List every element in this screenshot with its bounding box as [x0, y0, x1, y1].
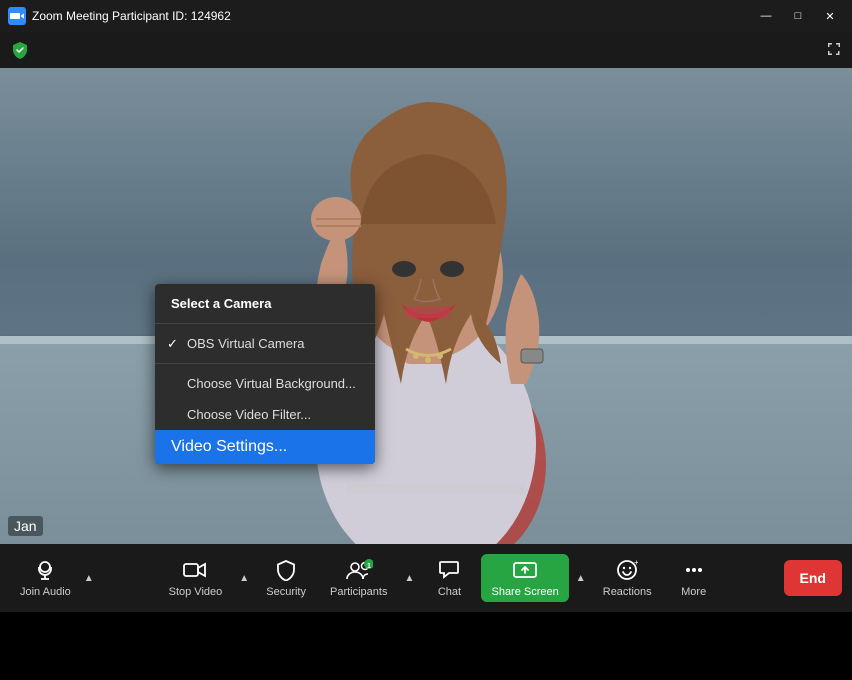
titlebar-title: Zoom Meeting Participant ID: 124962: [32, 9, 231, 23]
svg-text:1: 1: [367, 563, 371, 570]
participants-chevron[interactable]: ▲: [401, 558, 417, 598]
obs-camera-label: OBS Virtual Camera: [187, 336, 305, 351]
participants-icon: 1: [345, 558, 373, 582]
reactions-label: Reactions: [603, 586, 652, 598]
participants-button[interactable]: 1 Participants: [320, 554, 397, 602]
more-label: More: [681, 586, 706, 598]
stop-video-chevron[interactable]: ▲: [236, 558, 252, 598]
chat-label: Chat: [438, 586, 461, 598]
join-audio-label: Join Audio: [20, 586, 71, 598]
security-icon: [275, 558, 297, 582]
virtual-background-option[interactable]: Choose Virtual Background...: [155, 368, 375, 399]
participants-label: Participants: [330, 586, 387, 598]
more-icon: [683, 558, 705, 582]
video-settings-option[interactable]: Video Settings...: [155, 430, 375, 464]
close-button[interactable]: ✕: [816, 5, 844, 27]
virtual-bg-label: Choose Virtual Background...: [187, 376, 356, 391]
titlebar: Zoom Meeting Participant ID: 124962 — □ …: [0, 0, 852, 32]
toolbar-left: Join Audio ▲: [10, 554, 97, 602]
share-screen-icon: [513, 558, 537, 582]
chat-icon: [438, 558, 460, 582]
context-menu-title: Select a Camera: [155, 284, 375, 319]
join-audio-button[interactable]: Join Audio: [10, 554, 81, 602]
video-settings-label: Video Settings...: [171, 438, 287, 456]
video-feed: [0, 68, 852, 544]
join-audio-chevron[interactable]: ▲: [81, 558, 97, 598]
join-audio-icon: [34, 558, 56, 582]
toolbar: Join Audio ▲ Stop Video ▲ Security: [0, 544, 852, 612]
camera-context-menu: Select a Camera OBS Virtual Camera Choos…: [155, 284, 375, 464]
menu-divider-2: [155, 363, 375, 364]
participant-name-label: Jan: [8, 516, 43, 536]
titlebar-controls: — □ ✕: [752, 5, 844, 27]
svg-text:+: +: [634, 559, 638, 567]
end-button[interactable]: End: [784, 560, 842, 596]
shield-icon: [10, 40, 30, 60]
video-filter-label: Choose Video Filter...: [187, 407, 311, 422]
titlebar-left: Zoom Meeting Participant ID: 124962: [8, 7, 231, 25]
toolbar-center: Stop Video ▲ Security 1: [97, 554, 784, 602]
security-label: Security: [266, 586, 306, 598]
maximize-button[interactable]: □: [784, 5, 812, 27]
stop-video-icon: [183, 558, 207, 582]
minimize-button[interactable]: —: [752, 5, 780, 27]
share-screen-label: Share Screen: [491, 586, 558, 598]
menu-divider-1: [155, 323, 375, 324]
reactions-button[interactable]: + Reactions: [593, 554, 662, 602]
chat-button[interactable]: Chat: [421, 554, 477, 602]
video-area: Jan Select a Camera OBS Virtual Camera C…: [0, 68, 852, 544]
stop-video-label: Stop Video: [169, 586, 223, 598]
camera-option-obs[interactable]: OBS Virtual Camera: [155, 328, 375, 359]
reactions-icon: +: [616, 558, 638, 582]
expand-icon[interactable]: [826, 41, 842, 60]
zoom-logo: [8, 7, 26, 25]
video-filter-option[interactable]: Choose Video Filter...: [155, 399, 375, 430]
share-screen-chevron[interactable]: ▲: [573, 558, 589, 598]
stop-video-button[interactable]: Stop Video: [159, 554, 233, 602]
toolbar-right: End: [784, 560, 842, 596]
subheader: [0, 32, 852, 68]
more-button[interactable]: More: [666, 554, 722, 602]
share-screen-button[interactable]: Share Screen: [481, 554, 568, 602]
security-button[interactable]: Security: [256, 554, 316, 602]
